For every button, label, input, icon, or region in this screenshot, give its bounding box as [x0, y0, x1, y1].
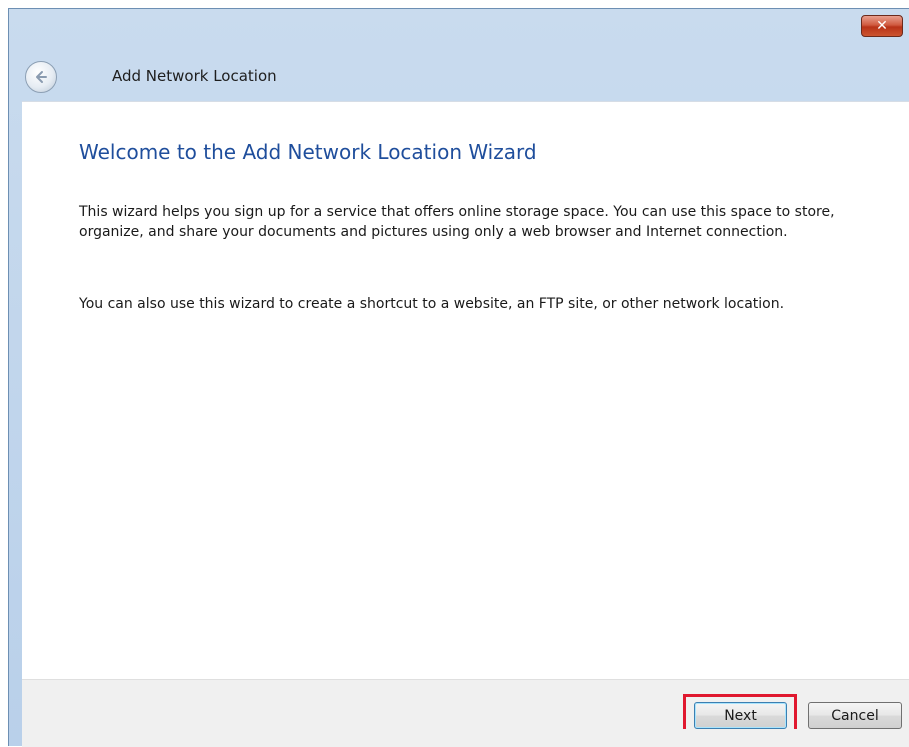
shortcut-paragraph: You can also use this wizard to create a… — [79, 296, 785, 312]
back-arrow-icon — [36, 71, 47, 83]
button-bar: Next Cancel — [22, 679, 909, 736]
back-button[interactable] — [25, 61, 57, 93]
close-icon: ✕ — [876, 18, 888, 34]
wizard-content: Welcome to the Add Network Location Wiza… — [22, 101, 909, 679]
close-button[interactable]: ✕ — [861, 15, 903, 37]
wizard-window: ✕ Add Network Location Welcome to the Ad… — [8, 8, 909, 747]
intro-paragraph: This wizard helps you sign up for a serv… — [79, 204, 835, 240]
title-bar: ✕ Add Network Location — [9, 9, 909, 101]
cancel-button[interactable]: Cancel — [808, 702, 902, 729]
page-title: Welcome to the Add Network Location Wiza… — [79, 140, 537, 164]
next-button[interactable]: Next — [694, 702, 787, 729]
window-title: Add Network Location — [112, 67, 277, 85]
bottom-border — [22, 729, 909, 747]
